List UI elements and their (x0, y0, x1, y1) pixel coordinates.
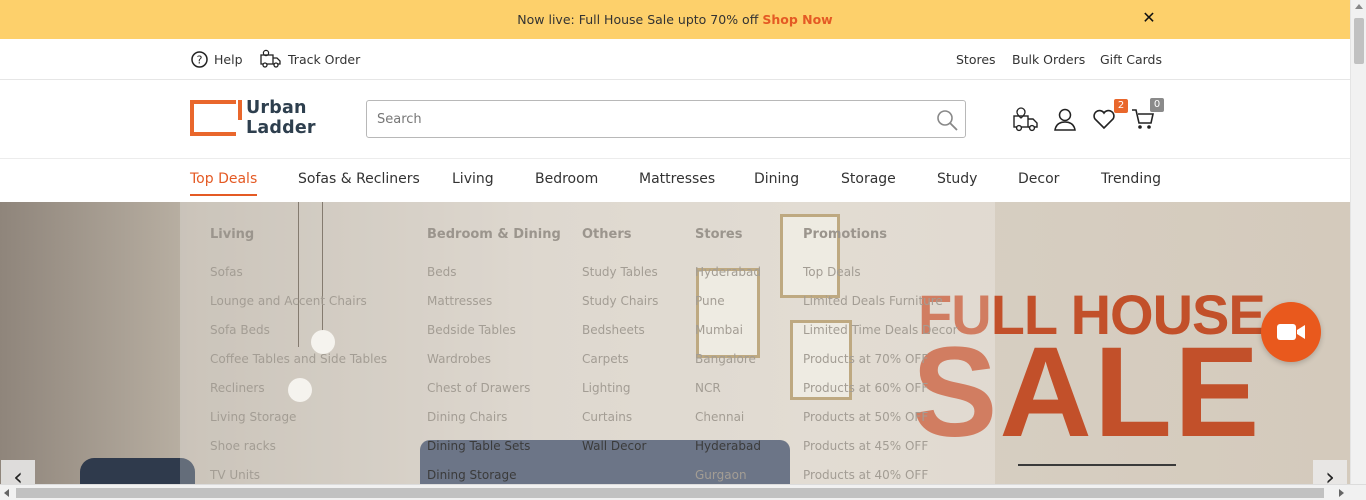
help-label: Help (214, 51, 243, 67)
menu-item[interactable]: NCR (695, 381, 721, 395)
menu-item[interactable]: Hyderabad (695, 439, 761, 453)
logo-text: Urban Ladder (246, 98, 316, 138)
menu-heading: Stores (695, 227, 743, 242)
stores-label: Stores (956, 51, 996, 67)
menu-item[interactable]: Mattresses (427, 294, 492, 308)
nav-trending[interactable]: Trending (1101, 171, 1161, 187)
nav-living[interactable]: Living (452, 171, 494, 187)
nav-decor[interactable]: Decor (1018, 171, 1059, 187)
scroll-right-arrow[interactable] (1339, 489, 1344, 497)
menu-item[interactable]: Top Deals (803, 265, 861, 279)
scroll-left-arrow[interactable] (4, 489, 9, 497)
nav-dining[interactable]: Dining (754, 171, 799, 187)
menu-item[interactable]: Chennai (695, 410, 744, 424)
menu-item[interactable]: Bedside Tables (427, 323, 516, 337)
user-account-icon[interactable] (1052, 106, 1080, 134)
menu-item[interactable]: Wall Decor (582, 439, 646, 453)
menu-item[interactable]: Carpets (582, 352, 629, 366)
menu-item[interactable]: Products at 40% OFF (803, 468, 928, 482)
utility-bar: ? Help Track Order Stores Bulk Orders Gi… (0, 39, 1350, 80)
wishlist-icon[interactable]: 2 (1092, 99, 1128, 134)
menu-item[interactable]: Sofa Beds (210, 323, 270, 337)
menu-item[interactable]: Curtains (582, 410, 632, 424)
announcement-bar: Now live: Full House Sale upto 70% off S… (0, 0, 1350, 39)
menu-item[interactable]: Study Tables (582, 265, 658, 279)
menu-item[interactable]: Lounge and Accent Chairs (210, 294, 367, 308)
menu-item[interactable]: Dining Storage (427, 468, 517, 482)
menu-item[interactable]: Recliners (210, 381, 265, 395)
nav-storage[interactable]: Storage (841, 171, 896, 187)
nav-top-deals[interactable]: Top Deals (190, 171, 258, 196)
vertical-scrollbar[interactable] (1350, 0, 1366, 486)
gift-cards-label: Gift Cards (1100, 51, 1162, 67)
menu-item[interactable]: Pune (695, 294, 725, 308)
nav-study[interactable]: Study (937, 171, 977, 187)
menu-item[interactable]: Gurgaon (695, 468, 747, 482)
scroll-up-arrow[interactable] (1355, 4, 1363, 9)
menu-item[interactable]: Wardrobes (427, 352, 491, 366)
menu-item[interactable]: Chest of Drawers (427, 381, 530, 395)
svg-text:?: ? (197, 53, 203, 66)
menu-heading: Living (210, 227, 255, 242)
help-icon: ? (191, 50, 208, 68)
menu-item[interactable]: Beds (427, 265, 456, 279)
menu-item[interactable]: TV Units (210, 468, 260, 482)
shop-now-link[interactable]: Shop Now (762, 12, 832, 27)
bulk-orders-link[interactable]: Bulk Orders (1012, 39, 1085, 79)
search-box (366, 100, 966, 138)
menu-item[interactable]: Coffee Tables and Side Tables (210, 352, 387, 366)
gift-cards-link[interactable]: Gift Cards (1100, 39, 1162, 79)
track-order-label: Track Order (288, 51, 361, 67)
logo[interactable]: Urban Ladder (190, 98, 316, 138)
logo-line1: Urban (246, 98, 307, 118)
menu-item[interactable]: Shoe racks (210, 439, 276, 453)
menu-item[interactable]: Dining Chairs (427, 410, 507, 424)
hero-divider (1018, 464, 1176, 466)
menu-heading: Promotions (803, 227, 887, 242)
menu-item[interactable]: Products at 45% OFF (803, 439, 928, 453)
menu-item[interactable]: Hyderabad (695, 265, 761, 279)
video-camera-icon (1277, 324, 1305, 340)
menu-item[interactable]: Mumbai (695, 323, 743, 337)
search-icon[interactable] (935, 108, 959, 132)
track-order-icon (260, 49, 281, 68)
menu-item[interactable]: Products at 60% OFF (803, 381, 928, 395)
menu-item[interactable]: Products at 50% OFF (803, 410, 928, 424)
nav-bedroom[interactable]: Bedroom (535, 171, 598, 187)
menu-item[interactable]: Sofas (210, 265, 243, 279)
nav-sofas-recliners[interactable]: Sofas & Recliners (298, 171, 420, 187)
horizontal-scrollbar-thumb[interactable] (16, 488, 1324, 498)
nav-mattresses[interactable]: Mattresses (639, 171, 715, 187)
wishlist-count-badge: 2 (1114, 99, 1128, 113)
menu-item[interactable]: Study Chairs (582, 294, 658, 308)
site-header: Urban Ladder 2 0 (0, 80, 1350, 159)
track-order-link[interactable]: Track Order (260, 39, 360, 79)
close-icon[interactable]: ✕ (1140, 9, 1158, 27)
logo-line2: Ladder (246, 118, 316, 138)
cart-count-badge: 0 (1150, 98, 1164, 112)
horizontal-scrollbar[interactable] (0, 484, 1366, 500)
menu-item[interactable]: Bangalore (695, 352, 756, 366)
menu-item[interactable]: Lighting (582, 381, 631, 395)
help-link[interactable]: ? Help (191, 39, 243, 79)
menu-item[interactable]: Products at 70% OFF (803, 352, 928, 366)
menu-item[interactable]: Living Storage (210, 410, 296, 424)
delivery-truck-icon[interactable] (1012, 106, 1040, 134)
main-nav: Top Deals Sofas & Recliners Living Bedro… (0, 159, 1350, 202)
menu-item[interactable]: Limited Deals Furniture (803, 294, 943, 308)
stores-link[interactable]: Stores (956, 39, 996, 79)
scrollbar-thumb[interactable] (1354, 18, 1364, 64)
menu-item[interactable]: Dining Table Sets (427, 439, 530, 453)
menu-heading: Bedroom & Dining (427, 227, 561, 242)
logo-mark (190, 100, 242, 136)
announcement-text: Now live: Full House Sale upto 70% off (517, 12, 759, 27)
menu-item[interactable]: Bedsheets (582, 323, 645, 337)
cart-icon[interactable]: 0 (1130, 98, 1164, 134)
bulk-orders-label: Bulk Orders (1012, 51, 1086, 67)
menu-heading: Others (582, 227, 632, 242)
video-call-button[interactable] (1261, 302, 1321, 362)
armchair-image (80, 458, 195, 486)
menu-item[interactable]: Limited Time Deals Decor (803, 323, 958, 337)
search-input[interactable] (367, 102, 927, 136)
